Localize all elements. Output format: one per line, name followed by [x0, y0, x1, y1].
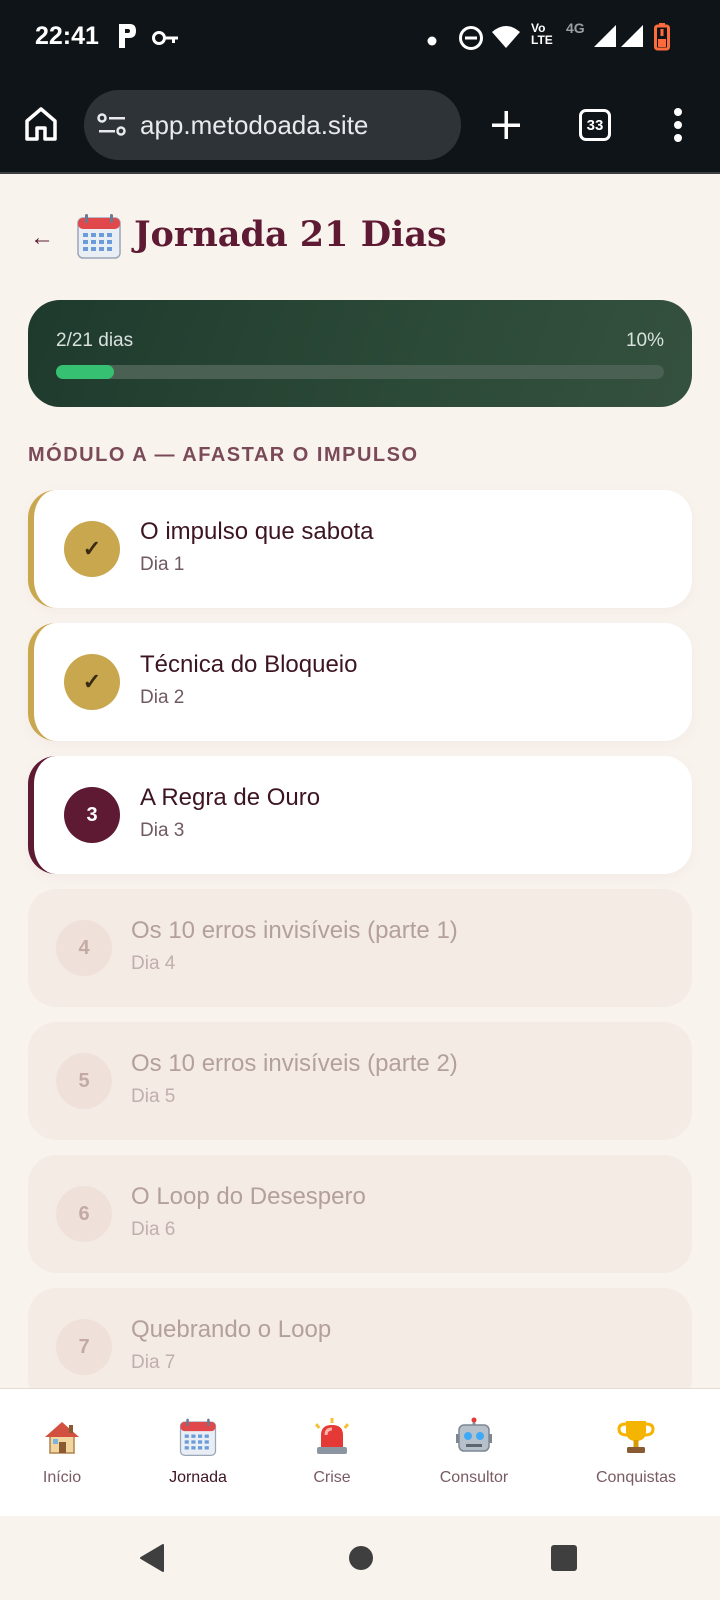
lesson-number-badge: 6 — [56, 1186, 112, 1242]
lesson-card[interactable]: ✓ O impulso que sabota Dia 1 — [28, 490, 692, 608]
lesson-day: Dia 4 — [131, 953, 176, 974]
nav-label: Crise — [313, 1469, 351, 1486]
calendar-icon — [75, 212, 123, 265]
lesson-title: A Regra de Ouro — [140, 784, 321, 811]
status-bar: 22:41 Vo LTE 4G — [0, 0, 720, 78]
browser-toolbar: app.metodoada.site 33 — [0, 78, 720, 174]
signal-icon — [619, 24, 645, 53]
lesson-title: Quebrando o Loop — [131, 1316, 332, 1343]
lesson-title: Os 10 erros invisíveis (parte 2) — [131, 1050, 458, 1077]
lesson-card: 4 Os 10 erros invisíveis (parte 1) Dia 4 — [28, 889, 692, 1007]
nav-label: Início — [42, 1469, 82, 1486]
site-settings-icon[interactable] — [97, 112, 127, 143]
lesson-title: Técnica do Bloqueio — [140, 651, 358, 678]
trophy-icon — [616, 1417, 656, 1457]
lesson-check-badge: ✓ — [64, 654, 120, 710]
home-circle-icon[interactable] — [348, 1545, 374, 1576]
module-title: MÓDULO A — AFASTAR O IMPULSO — [28, 444, 419, 466]
robot-icon — [454, 1417, 494, 1457]
progress-fill — [56, 365, 114, 379]
status-time: 22:41 — [35, 22, 99, 50]
dot-icon — [427, 33, 437, 51]
lesson-number-badge: 7 — [56, 1319, 112, 1375]
calendar-icon — [178, 1417, 218, 1457]
home-icon[interactable] — [24, 106, 58, 147]
wifi-icon — [491, 24, 521, 55]
volte-bottom-label: LTE — [531, 33, 553, 47]
nav-label: Consultor — [439, 1469, 509, 1486]
more-vert-icon[interactable] — [673, 107, 683, 148]
p-app-icon — [116, 22, 138, 55]
nav-label: Jornada — [169, 1469, 227, 1486]
battery-low-icon — [654, 23, 670, 56]
plus-icon[interactable] — [491, 110, 521, 145]
key-icon — [152, 30, 180, 51]
lesson-number-badge: 5 — [56, 1053, 112, 1109]
nav-label: Conquistas — [595, 1469, 677, 1486]
nav-inicio[interactable]: Início — [22, 1389, 102, 1517]
lesson-card: 7 Quebrando o Loop Dia 7 — [28, 1288, 692, 1388]
volte-icon: Vo LTE — [531, 22, 553, 46]
tabs-icon[interactable]: 33 — [579, 109, 611, 141]
lesson-day: Dia 2 — [140, 687, 185, 708]
url-text[interactable]: app.metodoada.site — [140, 110, 368, 141]
lesson-title: O impulso que sabota — [140, 518, 374, 545]
nav-consultor[interactable]: Consultor — [424, 1389, 524, 1517]
lesson-check-badge: ✓ — [64, 521, 120, 577]
progress-percent: 10% — [625, 330, 664, 351]
nav-jornada[interactable]: Jornada — [158, 1389, 238, 1517]
bottom-nav: Início Jornada Crise Consultor Conquista… — [0, 1388, 720, 1516]
lesson-title: O Loop do Desespero — [131, 1183, 366, 1210]
house-icon — [42, 1417, 82, 1457]
nav-conquistas[interactable]: Conquistas — [584, 1389, 688, 1517]
lesson-card[interactable]: ✓ Técnica do Bloqueio Dia 2 — [28, 623, 692, 741]
system-navigation-bar — [0, 1516, 720, 1600]
progress-days: 2/21 dias — [56, 330, 134, 351]
lesson-number-badge: 3 — [64, 787, 120, 843]
back-triangle-icon[interactable] — [139, 1543, 165, 1578]
lesson-day: Dia 1 — [140, 554, 185, 575]
siren-icon — [312, 1417, 352, 1457]
signal-icon — [592, 24, 618, 53]
lesson-card: 6 O Loop do Desespero Dia 6 — [28, 1155, 692, 1273]
recents-square-icon[interactable] — [551, 1545, 577, 1576]
lesson-card[interactable]: 3 A Regra de Ouro Dia 3 — [28, 756, 692, 874]
do-not-disturb-icon — [458, 25, 484, 56]
page-title: Jornada 21 Dias — [134, 214, 447, 255]
address-bar[interactable]: app.metodoada.site — [84, 90, 461, 160]
page-content: ← Jornada 21 Dias 2/21 dias 10% MÓDULO A… — [0, 174, 720, 1388]
lesson-number-badge: 4 — [56, 920, 112, 976]
nav-crise[interactable]: Crise — [292, 1389, 372, 1517]
lesson-day: Dia 3 — [140, 820, 185, 841]
progress-card: 2/21 dias 10% — [28, 300, 692, 407]
tab-count-label: 33 — [586, 116, 604, 134]
lesson-day: Dia 5 — [131, 1086, 176, 1107]
progress-track — [56, 365, 664, 379]
lesson-day: Dia 6 — [131, 1219, 176, 1240]
back-link[interactable]: ← — [30, 224, 54, 252]
network-type-label: 4G — [566, 20, 585, 36]
lesson-title: Os 10 erros invisíveis (parte 1) — [131, 917, 458, 944]
lesson-day: Dia 7 — [131, 1352, 176, 1373]
lesson-card: 5 Os 10 erros invisíveis (parte 2) Dia 5 — [28, 1022, 692, 1140]
